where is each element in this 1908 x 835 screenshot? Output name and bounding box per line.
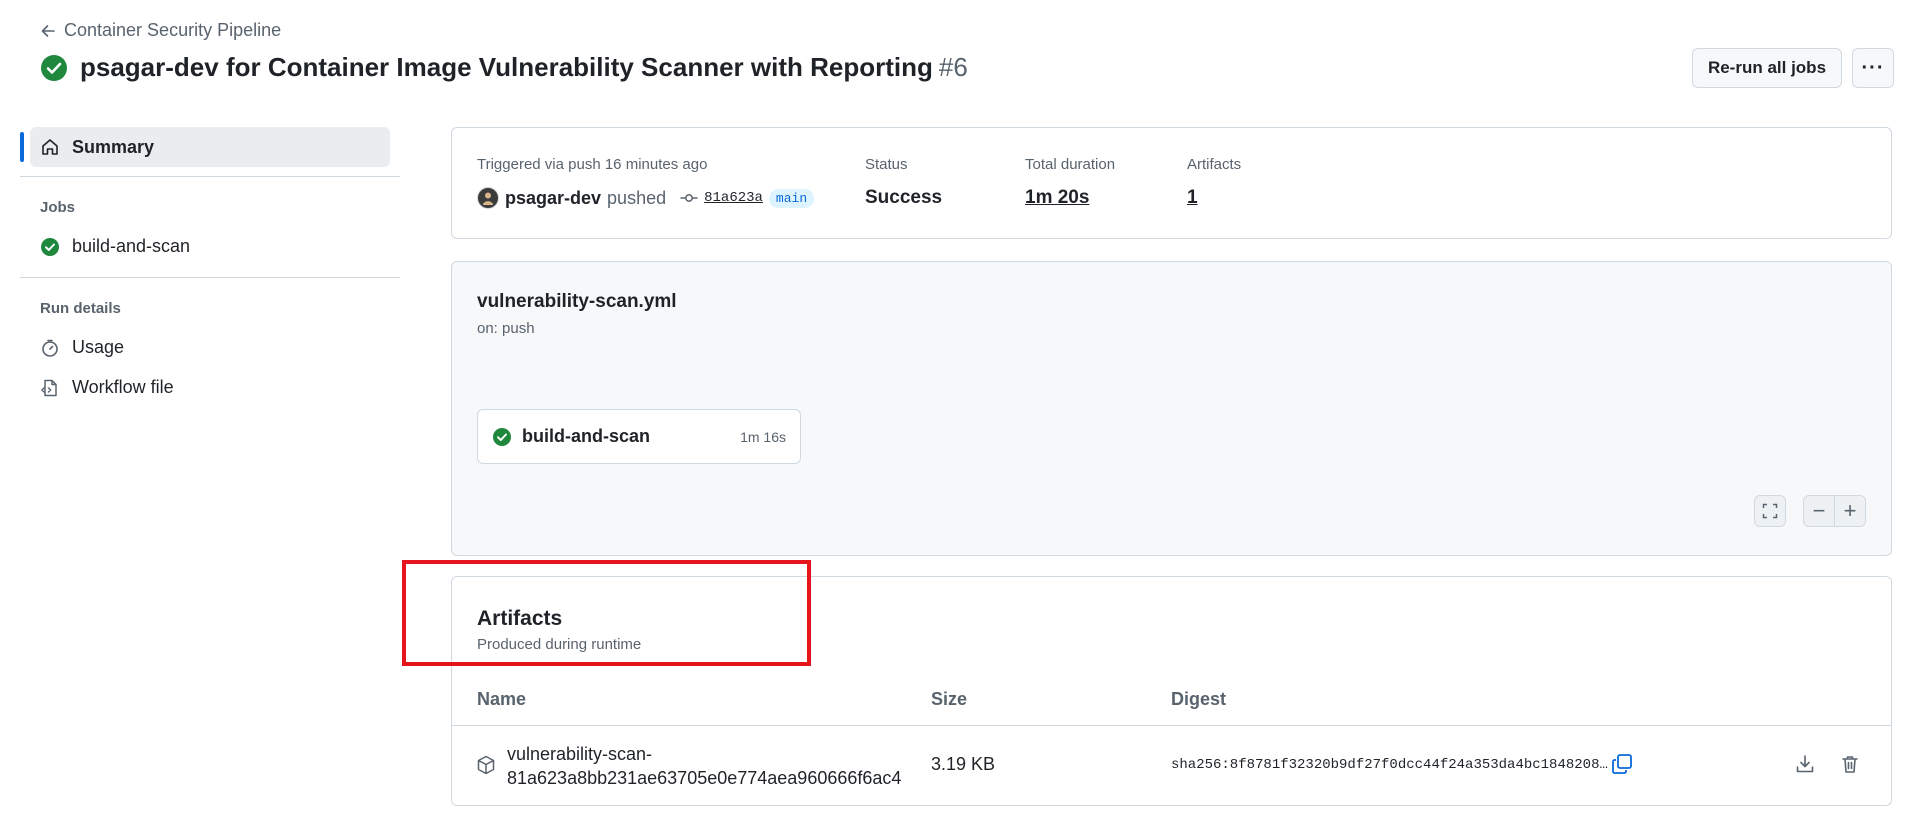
column-header-name: Name (477, 689, 527, 709)
success-check-icon (40, 237, 60, 257)
artifact-size: 3.19 KB (931, 754, 996, 774)
artifact-name-line1: vulnerability-scan- (507, 744, 653, 764)
sidebar-divider (20, 176, 400, 177)
success-check-icon (492, 427, 512, 447)
actor-link[interactable]: psagar-dev (505, 188, 601, 209)
workflow-trigger: on: push (477, 320, 535, 337)
artifacts-count-label: Artifacts (1187, 156, 1242, 173)
active-indicator (20, 132, 24, 162)
commit-line: psagar-dev pushed 81a623a main (477, 187, 815, 209)
sidebar-heading-run-details: Run details (40, 300, 121, 317)
workflow-graph-card: vulnerability-scan.yml on: push build-an… (451, 261, 1892, 556)
sidebar-item-label: Usage (72, 337, 125, 357)
sidebar-item-summary[interactable]: Summary (30, 127, 390, 167)
job-node-name: build-and-scan (522, 426, 651, 446)
job-node-build-and-scan[interactable]: build-and-scan 1m 16s (477, 409, 801, 464)
fullscreen-button[interactable] (1754, 495, 1786, 527)
run-title: psagar-dev for Container Image Vulnerabi… (80, 52, 933, 82)
sidebar-item-label: Summary (72, 136, 155, 157)
table-row: vulnerability-scan- 81a623a8bb231ae63705… (452, 726, 1891, 806)
zoom-out-button[interactable]: − (1803, 495, 1835, 527)
file-code-icon (40, 378, 60, 398)
back-link[interactable]: Container Security Pipeline (40, 20, 281, 41)
workflow-file-name: vulnerability-scan.yml (477, 291, 677, 312)
stopwatch-icon (40, 338, 60, 358)
package-icon (477, 755, 495, 775)
status-label: Status (865, 156, 908, 173)
plus-icon: + (1843, 498, 1857, 523)
column-header-size: Size (931, 689, 968, 709)
minus-icon: − (1812, 498, 1826, 523)
rerun-all-jobs-button[interactable]: Re-run all jobs (1692, 48, 1842, 88)
arrow-left-icon (40, 23, 56, 39)
status-value: Success (865, 187, 943, 208)
git-commit-icon (680, 192, 698, 204)
commit-sha-link[interactable]: 81a623a (704, 190, 763, 206)
duration-label: Total duration (1025, 156, 1116, 173)
duration-value-link[interactable]: 1m 20s (1025, 187, 1089, 209)
run-number: #6 (938, 52, 968, 82)
column-header-digest: Digest (1171, 689, 1227, 709)
fullscreen-icon (1762, 503, 1778, 519)
run-summary-card: Triggered via push 16 minutes ago psagar… (451, 127, 1892, 239)
artifact-name-link[interactable]: vulnerability-scan- 81a623a8bb231ae63705… (507, 742, 901, 790)
copy-icon[interactable] (1611, 753, 1633, 775)
artifacts-count-link[interactable]: 1 (1187, 187, 1198, 209)
artifact-name-line2: 81a623a8bb231ae63705e0e774aea960666f6ac4 (507, 768, 902, 788)
zoom-in-button[interactable]: + (1834, 495, 1866, 527)
page-title: psagar-dev for Container Image Vulnerabi… (80, 52, 968, 83)
sidebar-heading-jobs: Jobs (40, 199, 76, 216)
more-options-button[interactable]: ··· (1852, 48, 1894, 88)
sidebar-item-label: build-and-scan (72, 236, 191, 256)
sidebar-item-label: Workflow file (72, 377, 174, 397)
home-icon (40, 137, 60, 157)
artifacts-card: Artifacts Produced during runtime Name S… (451, 576, 1892, 806)
artifact-digest: sha256:8f8781f32320b9df27f0dcc44f24a353d… (1171, 757, 1608, 773)
sidebar-item-workflow-file[interactable]: Workflow file (40, 377, 174, 398)
sidebar-divider (20, 277, 400, 278)
branch-badge[interactable]: main (768, 188, 815, 208)
artifacts-title: Artifacts (477, 607, 563, 630)
avatar[interactable] (477, 187, 499, 209)
trash-icon[interactable] (1840, 754, 1860, 774)
back-link-label: Container Security Pipeline (64, 20, 282, 40)
kebab-horizontal-icon: ··· (1861, 56, 1885, 79)
trigger-label: Triggered via push 16 minutes ago (477, 156, 708, 173)
sidebar-item-usage[interactable]: Usage (40, 337, 124, 358)
push-action: pushed (607, 187, 667, 208)
page-title-row: psagar-dev for Container Image Vulnerabi… (40, 52, 968, 83)
sidebar-item-job[interactable]: build-and-scan (40, 236, 190, 257)
download-icon[interactable] (1795, 754, 1815, 774)
success-check-icon (40, 54, 68, 82)
artifacts-subtitle: Produced during runtime (477, 636, 642, 653)
job-node-duration: 1m 16s (740, 428, 786, 445)
